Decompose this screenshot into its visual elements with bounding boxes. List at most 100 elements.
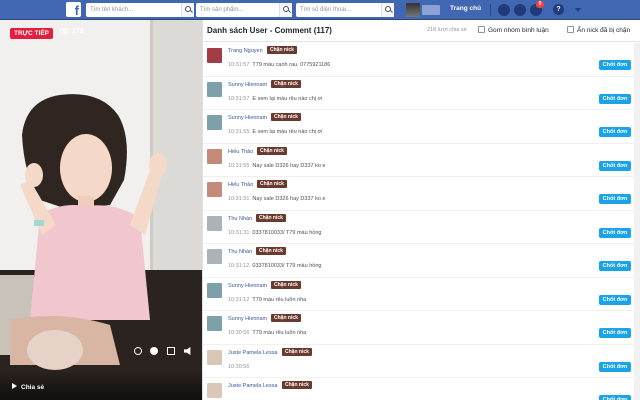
create-order-button[interactable]: Chốt đơn (599, 294, 631, 305)
comment-text: T79 màu rêu luôn nha (252, 330, 307, 336)
create-order-button[interactable]: Chốt đơn (599, 127, 631, 137)
comment-text: Nay sale D326 hay D337 ko e (252, 162, 326, 169)
expand-icon[interactable] (167, 347, 175, 355)
help-icon[interactable]: ? (553, 4, 564, 15)
panel-title: Danh sách User - Comment (117) (207, 26, 332, 35)
commenter-avatar[interactable] (207, 115, 222, 130)
hide-blocked-toggle[interactable]: Ẩn nick đã bị chặn (567, 26, 630, 34)
group-comments-toggle[interactable]: Gom nhóm bình luận (478, 26, 549, 34)
comment-text: Nay sale D326 hay D337 ko e (252, 196, 326, 202)
create-order-button[interactable]: Chốt đơn (599, 60, 631, 70)
live-badge: TRỰC TIẾP (10, 28, 54, 39)
account-menu-caret-icon[interactable] (575, 8, 581, 12)
comment-row: Trang Nguyen Chặn nick 10:31:57 T79 màu can… (203, 43, 640, 77)
search-product-input[interactable]: Tìm sản phẩm... (196, 3, 292, 17)
group-comments-label: Gom nhóm bình luận (488, 27, 549, 34)
checkbox-icon[interactable] (478, 26, 485, 33)
comment-text: 0337810033/ T79 màu hồng (252, 229, 322, 236)
comment-time: 10:31:12 (228, 263, 250, 269)
commenter-name[interactable]: Trang Nguyen (228, 48, 263, 54)
commenter-name[interactable]: Hiếu Thảo (228, 182, 253, 188)
block-nick-button[interactable]: Chặn nick (271, 79, 301, 88)
commenter-avatar[interactable] (207, 249, 222, 264)
block-nick-button[interactable]: Chặn nick (271, 314, 301, 322)
create-order-button[interactable]: Chốt đơn (599, 328, 631, 338)
block-nick-button[interactable]: Chặn nick (256, 247, 286, 255)
commenter-name[interactable]: Hiếu Thảo (228, 149, 253, 155)
comment-time: 10:31:31 (228, 196, 250, 202)
create-order-button[interactable]: Chốt đơn (599, 395, 631, 400)
panel-header: Danh sách User - Comment (117) 218 lượt … (203, 20, 640, 42)
block-nick-button[interactable]: Chặn nick (257, 180, 287, 188)
share-arrow-icon (12, 383, 17, 389)
profile-avatar[interactable] (406, 3, 420, 17)
commenter-avatar[interactable] (207, 182, 222, 197)
share-count: 218 lượt chia sẻ (427, 27, 467, 33)
block-nick-button[interactable]: Chặn nick (282, 381, 312, 389)
search-icon[interactable] (181, 3, 194, 17)
gear-icon[interactable] (150, 347, 158, 355)
commenter-name[interactable]: Juste Pamela Lessa (228, 383, 278, 389)
commenter-avatar[interactable] (207, 349, 222, 365)
create-order-button[interactable]: Chốt đơn (599, 160, 631, 171)
messenger-icon[interactable] (514, 4, 526, 16)
comment-time: 10:31:12 (228, 296, 250, 303)
create-order-button[interactable]: Chốt đơn (599, 227, 631, 238)
notification-count-badge: 5 (536, 1, 544, 8)
block-nick-button[interactable]: Chặn nick (271, 113, 301, 121)
create-order-button[interactable]: Chốt đơn (599, 194, 631, 204)
block-nick-button[interactable]: Chặn nick (256, 213, 286, 222)
commenter-avatar[interactable] (207, 81, 222, 97)
commenter-name[interactable]: Thu Nhàn (228, 216, 252, 222)
friend-requests-icon[interactable] (498, 4, 510, 16)
commenter-name[interactable]: Thu Nhàn (228, 249, 252, 255)
commenter-avatar[interactable] (207, 48, 222, 63)
live-video-player[interactable]: TRỰC TIẾP 173 Chia sẻ (0, 20, 202, 400)
comment-row: Juste Pamela Lessa Chặn nick 10:30:56 Chốt … (203, 345, 640, 378)
search-phone-input[interactable]: Tìm số điện thoại... (296, 3, 394, 17)
comment-text: E xem lại màu rêu nào chị ơi (252, 129, 323, 135)
checkbox-icon[interactable] (567, 26, 574, 33)
comment-list-panel: Danh sách User - Comment (117) 218 lượt … (202, 20, 640, 400)
comment-row: Sunny Hiennam Chặn nick 10:30:56 T79 màu rê… (203, 311, 640, 345)
block-nick-button[interactable]: Chặn nick (257, 146, 287, 155)
search-icon[interactable] (381, 3, 394, 17)
scrollbar[interactable] (634, 43, 640, 400)
block-nick-button[interactable]: Chặn nick (282, 347, 312, 356)
commenter-name[interactable]: Juste Pamela Lessa (228, 350, 278, 356)
facebook-logo[interactable]: f (66, 2, 81, 17)
search-phone-placeholder: Tìm số điện thoại... (300, 7, 352, 13)
comment-list: Trang Nguyen Chặn nick 10:31:57 T79 màu can… (203, 43, 640, 400)
comment-text: T79 màu canh rau. 0775921186 (252, 62, 331, 68)
share-button[interactable]: Chia sẻ (12, 383, 44, 391)
comment-row: Sunny Hiennam Chặn nick 10:31:55 E xem lại … (203, 110, 640, 144)
commenter-avatar[interactable] (207, 282, 222, 298)
commenter-avatar[interactable] (207, 215, 222, 231)
block-nick-button[interactable]: Chặn nick (271, 280, 301, 289)
comment-meta: 10:31:12 0337810033/ T79 màu hồng (228, 263, 321, 269)
commenter-name[interactable]: Sunny Hiennam (228, 316, 267, 322)
profile-name-chip[interactable] (422, 5, 440, 15)
block-nick-button[interactable]: Chặn nick (267, 46, 297, 54)
comment-text: T79 màu rêu luôn nha (252, 296, 307, 303)
commenter-name[interactable]: Sunny Hiennam (228, 115, 267, 121)
comment-time: 10:31:57 (228, 62, 250, 68)
comment-meta: 10:30:56 (228, 364, 252, 370)
comment-meta: 10:31:57 T79 màu canh rau. 0775921186 (228, 62, 330, 68)
create-order-button[interactable]: Chốt đơn (599, 93, 631, 104)
commenter-name[interactable]: Sunny Hiennam (228, 82, 267, 88)
search-customer-input[interactable]: Tìm tên khách... (86, 3, 194, 17)
search-icon[interactable] (279, 3, 292, 17)
comment-row: Juste Pamela Lessa Chặn nick Chốt đơn (203, 378, 640, 400)
home-link[interactable]: Trang chủ (450, 5, 481, 12)
commenter-avatar[interactable] (207, 383, 222, 398)
comment-row: Thu Nhàn Chặn nick 10:31:31 0337810033/ T79… (203, 211, 640, 244)
create-order-button[interactable]: Chốt đơn (599, 261, 631, 271)
commenter-avatar[interactable] (207, 148, 222, 164)
instagram-icon[interactable] (134, 347, 142, 355)
commenter-name[interactable]: Sunny Hiennam (228, 283, 267, 289)
commenter-avatar[interactable] (207, 316, 222, 331)
comment-time: 10:30:56 (228, 363, 250, 370)
create-order-button[interactable]: Chốt đơn (599, 361, 631, 372)
comment-meta: 10:31:31 0337810033/ T79 màu hồng (228, 230, 321, 236)
